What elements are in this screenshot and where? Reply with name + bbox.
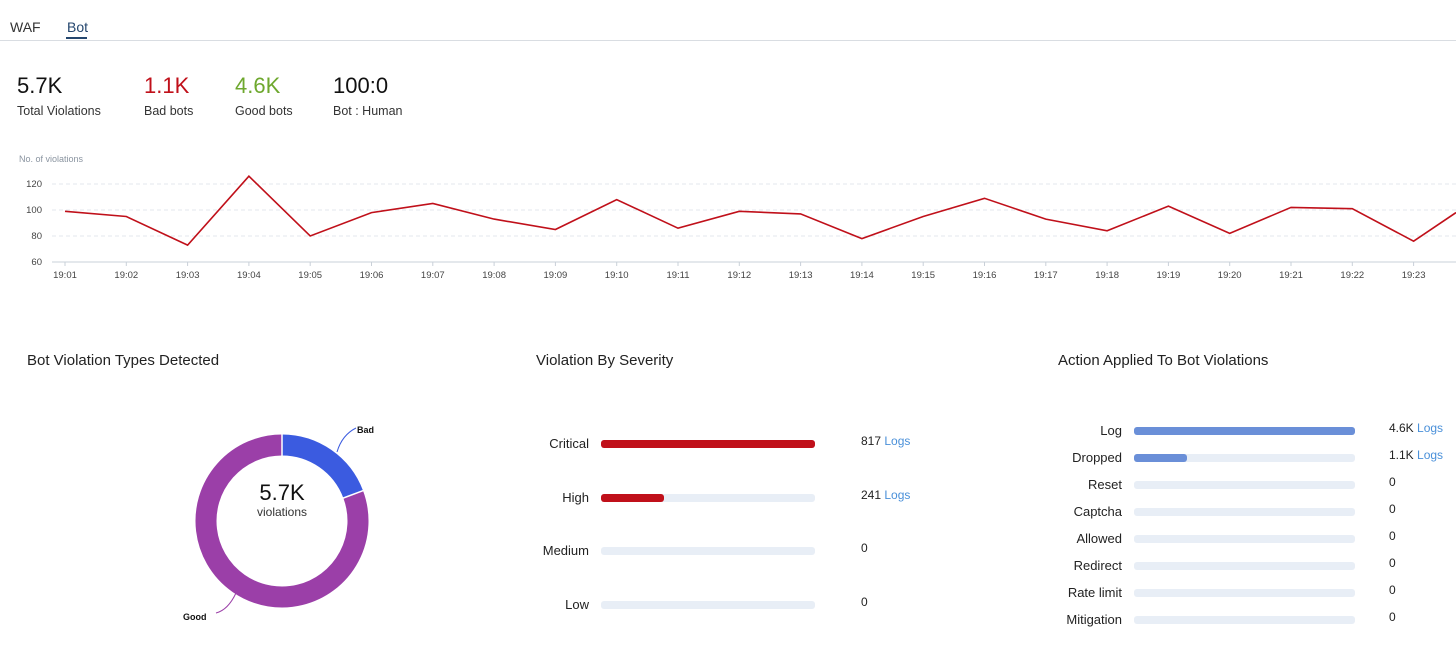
action-value: 0: [1389, 610, 1396, 624]
bad-bots-value: 1.1K: [144, 73, 190, 98]
x-tick-label: 19:07: [421, 270, 445, 281]
x-tick-label: 19:15: [911, 270, 935, 281]
action-applied-title: Action Applied To Bot Violations: [1058, 352, 1269, 369]
severity-value: 0: [861, 541, 868, 556]
active-tab-indicator: [66, 37, 87, 39]
action-label: Reset: [1088, 477, 1122, 492]
severity-track: [601, 440, 815, 448]
tab-waf[interactable]: WAF: [10, 19, 41, 35]
good-slice-label: Good: [183, 612, 207, 622]
violation-by-severity-title: Violation By Severity: [536, 352, 674, 369]
x-tick-label: 19:14: [850, 270, 874, 281]
severity-label: High: [562, 489, 589, 505]
action-label: Log: [1100, 423, 1122, 438]
tab-bot[interactable]: Bot: [67, 19, 88, 35]
bot-human-ratio-value: 100:0: [333, 73, 389, 98]
good-leader-line: [215, 592, 237, 614]
x-tick-label: 19:13: [789, 270, 813, 281]
severity-logs-link[interactable]: Logs: [884, 434, 910, 448]
good-bots-label: Good bots: [235, 104, 293, 118]
x-tick-label: 19:22: [1340, 270, 1364, 281]
severity-label: Medium: [542, 543, 589, 559]
action-fill: [1134, 454, 1187, 462]
action-value: 4.6K Logs: [1389, 421, 1444, 435]
bad-bots-label: Bad bots: [144, 104, 194, 118]
action-label: Dropped: [1072, 450, 1122, 465]
good-bots-value: 4.6K: [235, 73, 281, 98]
x-tick-label: 19:10: [605, 270, 629, 281]
severity-fill: [601, 493, 665, 502]
x-tick-label: 19:02: [114, 270, 138, 281]
action-track: [1134, 616, 1355, 624]
action-track: [1134, 589, 1355, 597]
action-fill: [1134, 427, 1355, 435]
severity-fill: [601, 440, 815, 448]
x-tick-label: 19:12: [727, 270, 751, 281]
severity-logs-link[interactable]: Logs: [884, 488, 910, 502]
x-tick-label: 19:23: [1402, 270, 1426, 281]
x-tick-label: 19:20: [1218, 270, 1242, 281]
x-tick-label: 19:16: [973, 270, 997, 281]
bad-slice-label: Bad: [357, 425, 374, 435]
y-tick-label: 120: [26, 179, 42, 190]
x-tick-label: 19:18: [1095, 270, 1119, 281]
tab-bar: WAF Bot: [0, 0, 1456, 41]
severity-value: 241 Logs: [861, 487, 911, 502]
x-tick-label: 19:06: [360, 270, 384, 281]
severity-value: 817 Logs: [861, 434, 911, 448]
y-axis-label: No. of violations: [19, 154, 84, 164]
bot-human-ratio-label: Bot : Human: [333, 104, 403, 118]
x-tick-label: 19:05: [298, 270, 322, 281]
action-value: 0: [1389, 529, 1396, 543]
x-tick-label: 19:19: [1157, 270, 1181, 281]
bot-violation-types-title: Bot Violation Types Detected: [27, 352, 220, 369]
action-value: 0: [1389, 556, 1396, 570]
violations-series-line: [64, 175, 1456, 247]
severity-track: [601, 493, 815, 502]
y-tick-label: 60: [31, 257, 42, 268]
total-violations-value: 5.7K: [17, 73, 63, 98]
action-track: [1134, 427, 1355, 435]
y-tick-label: 100: [26, 205, 42, 216]
x-tick-label: 19:17: [1034, 270, 1058, 281]
total-violations-label: Total Violations: [17, 104, 101, 118]
action-logs-link[interactable]: Logs: [1417, 421, 1443, 435]
bot-types-donut-chart: Bad Good: [183, 425, 374, 622]
severity-label: Critical: [549, 436, 589, 451]
y-tick-label: 80: [31, 231, 42, 242]
severity-track: [601, 547, 815, 556]
severity-value: 0: [861, 595, 868, 610]
action-label: Allowed: [1076, 531, 1122, 546]
action-logs-link[interactable]: Logs: [1417, 448, 1443, 462]
action-track: [1134, 562, 1355, 570]
action-value: 0: [1389, 502, 1396, 516]
x-tick-label: 19:21: [1279, 270, 1303, 281]
x-tick-label: 19:04: [237, 270, 261, 281]
action-track: [1134, 454, 1355, 462]
donut-center-value: 5.7K: [259, 480, 305, 505]
action-value: 1.1K Logs: [1389, 448, 1444, 462]
x-tick-label: 19:08: [482, 270, 506, 281]
x-tick-label: 19:03: [176, 270, 200, 281]
action-value: 0: [1389, 583, 1396, 597]
action-label: Rate limit: [1067, 585, 1122, 600]
action-label: Mitigation: [1066, 612, 1122, 627]
violations-line-chart: No. of violations 60 80 100 120 19:01 19:02 1…: [19, 154, 1456, 281]
action-value: 0: [1389, 475, 1396, 489]
donut-center-label: violations: [256, 505, 308, 519]
action-label: Redirect: [1073, 558, 1122, 573]
severity-track: [601, 601, 815, 610]
bad-leader-line: [336, 427, 357, 453]
action-track: [1134, 508, 1355, 516]
x-tick-label: 19:11: [666, 270, 689, 281]
x-tick-label: 19:09: [544, 270, 568, 281]
action-track: [1134, 481, 1355, 489]
severity-label: Low: [565, 597, 589, 613]
x-tick-label: 19:01: [53, 270, 77, 281]
action-label: Captcha: [1073, 504, 1122, 519]
action-track: [1134, 535, 1355, 543]
